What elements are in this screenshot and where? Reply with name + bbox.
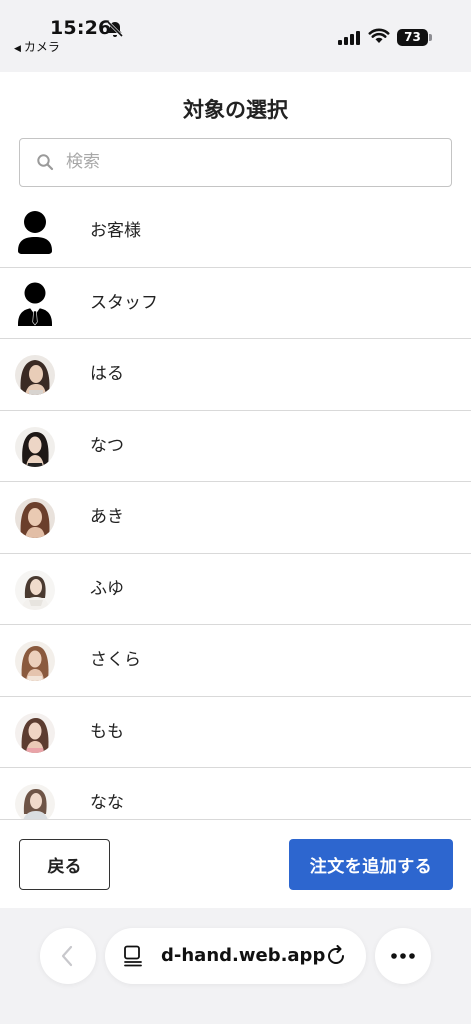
url-text: d-hand.web.app: [161, 945, 326, 966]
select-target-panel: 対象の選択 お客様 スタッフ: [0, 72, 471, 908]
avatar-photo-icon: [15, 569, 55, 610]
battery-level: 73: [397, 29, 428, 46]
page-menu-icon: [124, 945, 142, 967]
list-item-label: お客様: [90, 221, 141, 241]
address-bar[interactable]: d-hand.web.app: [105, 928, 366, 984]
avatar: [15, 498, 55, 538]
staff-icon: [18, 282, 52, 326]
avatar: [15, 569, 55, 610]
list-item-haru[interactable]: はる: [0, 339, 471, 411]
avatar-photo-icon: [15, 498, 55, 538]
list-item-label: スタッフ: [90, 292, 158, 313]
list-item-label: さくら: [90, 650, 141, 670]
cellular-signal-icon: [338, 31, 362, 45]
list-item-label: はる: [90, 364, 124, 384]
list-item-fuyu[interactable]: ふゆ: [0, 554, 471, 625]
list-item-natsu[interactable]: なつ: [0, 411, 471, 482]
list-item-sakura[interactable]: さくら: [0, 625, 471, 697]
list-item-label: なつ: [90, 435, 124, 456]
list-item-label: あき: [90, 507, 124, 527]
avatar-photo-icon: [15, 355, 55, 395]
search-input[interactable]: [66, 139, 436, 185]
back-button[interactable]: 戻る: [19, 839, 110, 890]
list-item-label: もも: [90, 721, 124, 742]
avatar: [15, 355, 55, 395]
avatar: [15, 712, 55, 753]
avatar: [15, 426, 55, 467]
search-icon: [37, 154, 54, 171]
avatar-photo-icon: [15, 784, 55, 819]
ellipsis-icon: [391, 953, 415, 959]
person-icon: [18, 211, 52, 254]
list-item-nana[interactable]: なな: [0, 768, 471, 819]
avatar-photo-icon: [15, 712, 55, 753]
battery-nub: [429, 34, 432, 41]
list-item-label: なな: [90, 793, 124, 813]
target-list: お客様 スタッフ はる なつ あき ふゆ さくら もも なな: [0, 196, 471, 819]
more-options-button[interactable]: [375, 928, 431, 984]
page-title: 対象の選択: [183, 98, 288, 122]
chevron-left-icon: [61, 945, 73, 967]
avatar-photo-icon: [15, 426, 55, 467]
status-time: 15:26: [50, 17, 112, 39]
list-item-staff[interactable]: スタッフ: [0, 268, 471, 339]
back-to-app-link[interactable]: ◀ カメラ: [14, 38, 60, 55]
avatar-photo-icon: [15, 641, 55, 681]
list-item-aki[interactable]: あき: [0, 482, 471, 554]
avatar: [15, 641, 55, 681]
status-bar: 15:26 ◀ カメラ 73: [0, 0, 471, 72]
list-item-label: ふゆ: [90, 578, 124, 599]
bell-muted-icon: [106, 20, 124, 38]
add-order-button[interactable]: 注文を追加する: [289, 839, 453, 890]
wifi-icon: [368, 28, 390, 43]
browser-back-button[interactable]: [40, 928, 96, 984]
list-item-customer[interactable]: お客様: [0, 196, 471, 268]
reload-icon[interactable]: [325, 945, 347, 967]
search-box[interactable]: [19, 138, 452, 187]
footer-divider: [0, 819, 471, 820]
list-item-momo[interactable]: もも: [0, 697, 471, 768]
back-app-label: カメラ: [23, 40, 60, 54]
avatar: [15, 784, 55, 819]
back-triangle-icon: ◀: [14, 44, 21, 54]
